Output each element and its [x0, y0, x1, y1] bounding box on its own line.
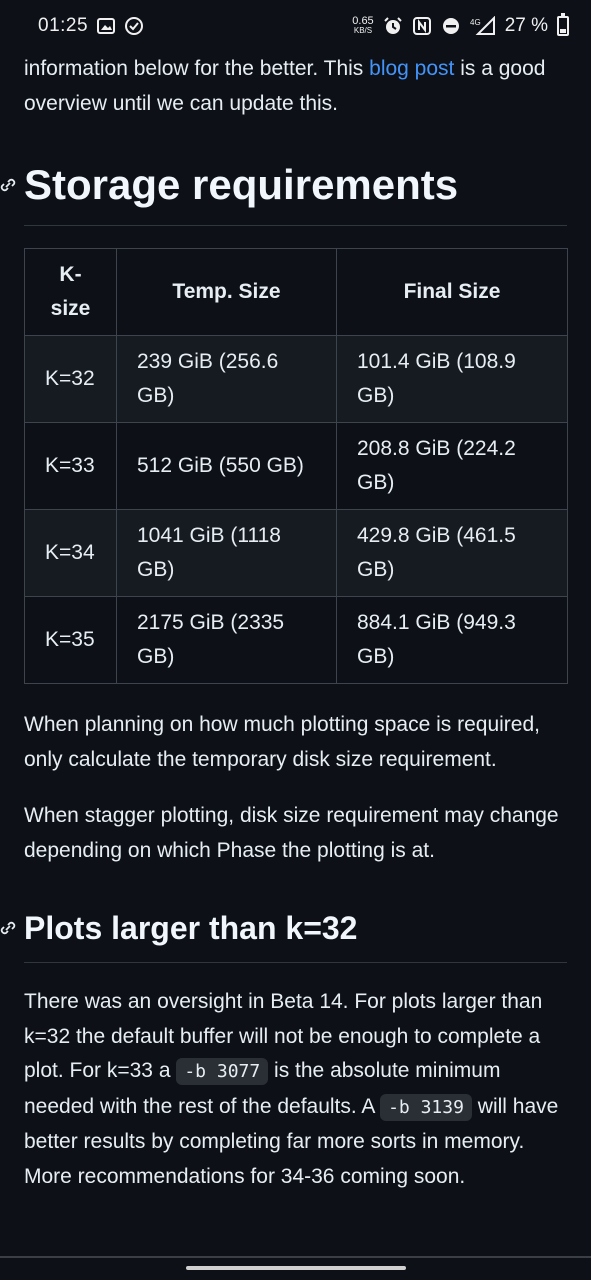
- header-temp-size: Temp. Size: [116, 248, 337, 336]
- table-row: K=35 2175 GiB (2335 GB) 884.1 GiB (949.3…: [24, 596, 568, 684]
- battery-icon: [557, 13, 569, 36]
- link-anchor-icon[interactable]: [0, 175, 18, 195]
- header-k-size: K-size: [24, 248, 117, 336]
- image-notification-icon: [97, 18, 116, 34]
- signal-icon: 4G: [470, 16, 495, 35]
- article-content: information below for the better. This b…: [0, 52, 591, 1194]
- intro-paragraph: information below for the better. This b…: [24, 57, 546, 115]
- final-size-cell: 429.8 GiB (461.5 GB): [336, 509, 568, 597]
- code-snippet: -b 3077: [176, 1058, 269, 1085]
- nfc-icon: [412, 17, 431, 35]
- table-row: K=32 239 GiB (256.6 GB) 101.4 GiB (108.9…: [24, 335, 568, 423]
- temp-size-cell: 512 GiB (550 GB): [116, 422, 337, 510]
- clock: 01:25: [38, 15, 89, 36]
- final-size-cell: 208.8 GiB (224.2 GB): [336, 422, 568, 510]
- k-size-cell: K=35: [24, 596, 117, 684]
- k-size-cell: K=34: [24, 509, 117, 597]
- table-row: K=34 1041 GiB (1118 GB) 429.8 GiB (461.5…: [24, 509, 568, 597]
- temp-size-cell: 2175 GiB (2335 GB): [116, 596, 337, 684]
- temp-size-cell: 1041 GiB (1118 GB): [116, 509, 337, 597]
- battery-percent: 27 %: [504, 15, 548, 36]
- svg-text:4G: 4G: [470, 18, 481, 27]
- gesture-nav-bar[interactable]: [186, 1266, 406, 1270]
- blog-post-link[interactable]: blog post: [369, 57, 454, 80]
- link-anchor-icon[interactable]: [0, 918, 18, 938]
- alarm-icon: [383, 17, 402, 34]
- network-speed: 0.65 KB/S: [352, 15, 374, 36]
- storage-heading: Storage requirements: [0, 159, 567, 226]
- final-size-cell: 101.4 GiB (108.9 GB): [336, 335, 568, 423]
- planning-paragraph: When planning on how much plotting space…: [24, 713, 540, 771]
- do-not-disturb-icon: [442, 18, 459, 34]
- k-size-cell: K=32: [24, 335, 117, 423]
- table-header-row: K-size Temp. Size Final Size: [24, 248, 568, 336]
- header-final-size: Final Size: [336, 248, 568, 336]
- oversight-paragraph: There was an oversight in Beta 14. For p…: [24, 990, 559, 1188]
- check-circle-icon: [125, 17, 144, 35]
- code-snippet: -b 3139: [380, 1093, 472, 1121]
- divider: [0, 1256, 591, 1258]
- status-bar: 01:25 0.65 KB/S 4G 27 %: [0, 0, 591, 52]
- final-size-cell: 884.1 GiB (949.3 GB): [336, 596, 568, 684]
- stagger-paragraph: When stagger plotting, disk size require…: [24, 804, 559, 862]
- temp-size-cell: 239 GiB (256.6 GB): [116, 335, 337, 423]
- plots-heading: Plots larger than k=32: [0, 908, 567, 963]
- storage-table: K-size Temp. Size Final Size K=32 239 Gi…: [24, 248, 568, 684]
- table-row: K=33 512 GiB (550 GB) 208.8 GiB (224.2 G…: [24, 422, 568, 510]
- k-size-cell: K=33: [24, 422, 117, 510]
